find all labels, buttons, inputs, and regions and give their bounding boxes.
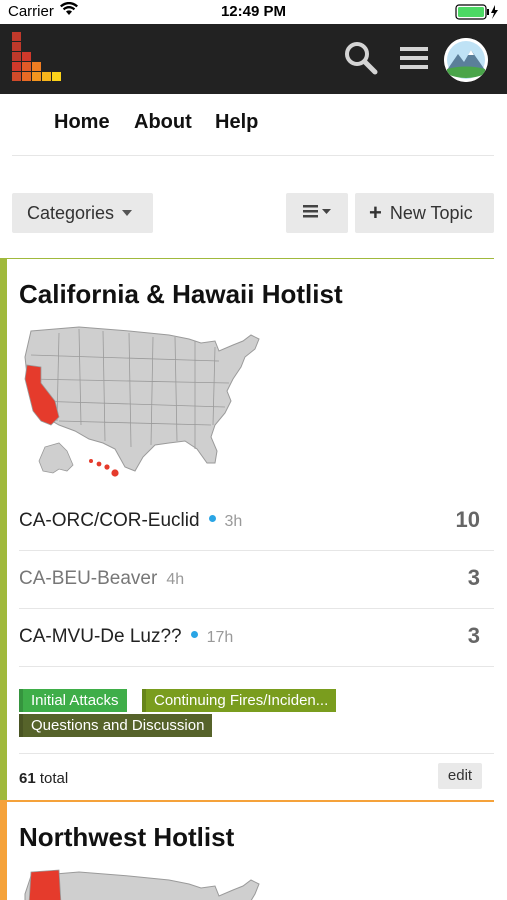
caret-down-icon	[122, 210, 133, 216]
site-logo-icon[interactable]	[12, 32, 62, 87]
new-post-dot-icon	[208, 515, 216, 523]
plus-icon: +	[369, 200, 382, 225]
hamburger-menu-icon[interactable]	[398, 41, 430, 80]
subcategory-tag-questions[interactable]: Questions and Discussion	[19, 714, 213, 737]
nav-home-link[interactable]: Home	[54, 111, 110, 134]
topic-row[interactable]: CA-MVU-De Luz?? 17h 3	[19, 609, 494, 667]
nav-help-link[interactable]: Help	[215, 111, 258, 134]
category-card: Northwest Hotlist	[0, 800, 494, 900]
category-title[interactable]: California & Hawaii Hotlist	[19, 279, 343, 310]
subcategory-tag-initial-attacks[interactable]: Initial Attacks	[19, 689, 127, 712]
topic-age: 3h	[224, 513, 243, 530]
topic-title[interactable]: CA-MVU-De Luz?? 17h	[19, 626, 233, 648]
categories-dropdown-button[interactable]: Categories	[12, 193, 153, 233]
battery-icon	[455, 4, 499, 25]
topic-row[interactable]: CA-ORC/COR-Euclid 3h 10	[19, 493, 494, 551]
list-icon	[301, 203, 333, 224]
topic-total: 61 total	[19, 770, 69, 787]
user-avatar[interactable]	[444, 38, 488, 82]
topic-title[interactable]: CA-ORC/COR-Euclid 3h	[19, 510, 242, 532]
categories-label: Categories	[27, 202, 115, 223]
topic-post-count: 10	[455, 507, 480, 532]
status-bar: Carrier 12:49 PM	[0, 0, 507, 24]
subcategory-tag-continuing-fires[interactable]: Continuing Fires/Inciden...	[142, 689, 337, 712]
category-title[interactable]: Northwest Hotlist	[19, 822, 234, 853]
list-view-dropdown-button[interactable]	[286, 193, 348, 233]
topic-row[interactable]: CA-BEU-Beaver 4h 3	[19, 551, 494, 609]
site-header	[0, 24, 507, 94]
new-topic-button[interactable]: + New Topic	[355, 193, 494, 233]
category-color-stripe	[0, 802, 7, 900]
new-post-dot-icon	[190, 631, 198, 639]
topic-age: 4h	[166, 571, 185, 588]
us-map-image	[19, 321, 264, 491]
topic-post-count: 3	[467, 623, 480, 648]
topic-title[interactable]: CA-BEU-Beaver 4h	[19, 568, 184, 590]
category-card: California & Hawaii Hotlist CA-ORC/COR-E…	[0, 258, 494, 800]
clock: 12:49 PM	[220, 3, 287, 20]
new-topic-label: New Topic	[389, 202, 473, 223]
topic-post-count: 3	[467, 565, 480, 590]
edit-button[interactable]: edit	[438, 763, 482, 789]
us-map-image	[19, 864, 264, 900]
search-icon[interactable]	[344, 41, 378, 80]
topic-age: 17h	[206, 629, 234, 646]
main-nav: Home About Help	[12, 94, 494, 156]
category-color-stripe	[0, 259, 7, 800]
nav-about-link[interactable]: About	[134, 111, 192, 134]
category-footer: 61 total edit	[19, 753, 494, 800]
